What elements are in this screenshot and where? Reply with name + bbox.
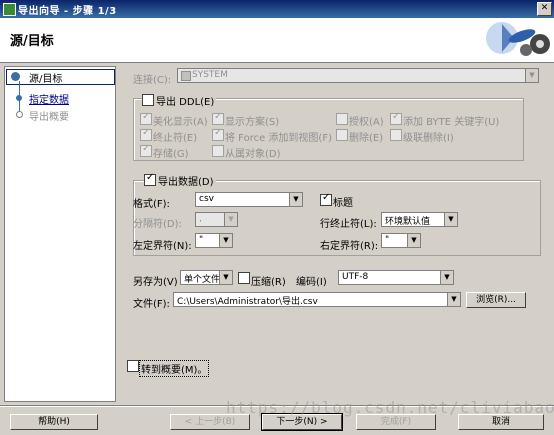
delimiter-select[interactable]: , ▼ — [195, 212, 238, 227]
ddl-force-view-checkbox[interactable] — [212, 127, 224, 141]
connection-label: 连接(C): — [133, 75, 172, 86]
ddl-storage-checkbox[interactable] — [140, 143, 152, 157]
line-terminator-value: 环境默认值 — [385, 217, 431, 227]
nav-item-export-summary[interactable]: 导出概要 — [29, 108, 69, 123]
browse-button[interactable]: 浏览(R)... — [466, 292, 526, 308]
save-as-select[interactable]: 单个文件 ▼ — [180, 270, 233, 285]
file-label: 文件(F): — [133, 299, 170, 310]
ddl-drop-checkbox[interactable] — [336, 129, 348, 141]
window-title: 导出向导 - 步骤 1/3 — [18, 6, 117, 17]
nav-item-source-target[interactable]: 源/目标 — [29, 70, 62, 85]
database-icon — [181, 71, 191, 81]
left-enclosure-select[interactable]: " ▼ — [195, 233, 233, 248]
delimiter-label: 分隔符(D): — [133, 219, 182, 230]
ddl-show-schema-label: 显示方案(S) — [225, 117, 280, 128]
delimiter-value: , — [199, 214, 202, 224]
chevron-down-icon: ▼ — [224, 213, 237, 226]
chevron-down-icon: ▼ — [447, 293, 460, 306]
app-icon — [3, 3, 16, 16]
ddl-pretty-checkbox[interactable] — [140, 111, 152, 125]
ddl-terminator-label: 终止符(E) — [153, 133, 198, 144]
chevron-down-icon: ▼ — [407, 234, 420, 247]
ddl-force-view-label: 将 Force 添加到视图(F) — [225, 133, 332, 144]
header-label: 标题 — [333, 198, 353, 209]
file-path-value: C:\Users\Administrator\导出.csv — [177, 297, 318, 307]
chevron-down-icon: ▼ — [219, 234, 232, 247]
file-path-combo[interactable]: C:\Users\Administrator\导出.csv ▼ — [173, 292, 461, 307]
connection-value: SYSTEM — [192, 70, 228, 80]
compress-checkbox[interactable] — [238, 272, 250, 284]
export-data-label: 导出数据(D) — [156, 173, 216, 188]
ddl-cascade-drop-checkbox[interactable] — [390, 129, 402, 141]
nav-item-specify-data[interactable]: 指定数据 — [29, 91, 69, 106]
chevron-down-icon: ▼ — [440, 271, 453, 284]
ddl-show-schema-checkbox[interactable] — [212, 111, 224, 125]
export-ddl-label: 导出 DDL(E) — [154, 93, 217, 108]
ddl-storage-label: 存储(G) — [153, 149, 189, 160]
line-terminator-label: 行终止符(L): — [320, 219, 377, 230]
ddl-cascade-drop-label: 级联删除(I) — [403, 133, 454, 144]
step-current-icon — [11, 72, 20, 81]
close-icon[interactable]: ✕ — [537, 2, 552, 16]
title-bar: 导出向导 - 步骤 1/3 ✕ — [0, 0, 554, 18]
wizard-header: 源/目标 — [0, 18, 554, 63]
watermark: https://blog.csdn.net/cliviabao — [226, 398, 554, 417]
export-ddl-checkbox[interactable] — [142, 94, 154, 106]
chevron-down-icon: ▼ — [444, 213, 457, 226]
step-pending-icon — [16, 111, 23, 118]
ddl-pretty-label: 美化显示(A) — [153, 117, 208, 128]
save-as-label: 另存为(V) — [133, 277, 178, 288]
line-terminator-select[interactable]: 环境默认值 ▼ — [381, 212, 458, 227]
encoding-value: UTF-8 — [342, 272, 369, 282]
format-label: 格式(F): — [133, 199, 170, 210]
connection-select[interactable]: SYSTEM ▼ — [177, 68, 539, 83]
format-value: csv — [199, 194, 214, 204]
right-enclosure-value: " — [385, 235, 390, 245]
ddl-terminator-checkbox[interactable] — [140, 127, 152, 141]
right-enclosure-label: 右定界符(R): — [320, 241, 379, 252]
ddl-drop-label: 删除(E) — [349, 133, 384, 144]
format-select[interactable]: csv ▼ — [195, 192, 303, 207]
encoding-select[interactable]: UTF-8 ▼ — [338, 270, 454, 285]
wizard-nav: 源/目标 指定数据 导出概要 — [4, 66, 116, 402]
header-checkbox[interactable] — [320, 192, 332, 206]
chevron-down-icon: ▼ — [219, 271, 232, 284]
ddl-grants-label: 授权(A) — [349, 117, 384, 128]
encoding-label: 编码(I) — [296, 277, 327, 288]
ddl-dependents-label: 从属对象(D) — [225, 149, 281, 160]
compress-label: 压缩(R) — [251, 277, 286, 288]
chevron-down-icon: ▼ — [525, 69, 538, 82]
ddl-grants-checkbox[interactable] — [336, 113, 348, 125]
left-enclosure-value: " — [199, 235, 204, 245]
left-enclosure-label: 左定界符(N): — [133, 241, 192, 252]
page-title: 源/目标 — [10, 34, 54, 49]
help-button[interactable]: 帮助(H) — [10, 414, 98, 430]
ddl-byte-checkbox[interactable] — [390, 111, 402, 125]
goto-summary-checkbox[interactable] — [127, 360, 139, 372]
ddl-byte-label: 添加 BYTE 关键字(U) — [403, 117, 500, 128]
chevron-down-icon: ▼ — [289, 193, 302, 206]
step-dot-icon — [16, 95, 22, 101]
save-as-value: 单个文件 — [184, 275, 221, 285]
ddl-dependents-checkbox[interactable] — [212, 145, 224, 157]
export-wizard-icon — [486, 22, 550, 56]
right-enclosure-select[interactable]: " ▼ — [381, 233, 421, 248]
export-data-checkbox[interactable] — [144, 172, 156, 186]
goto-summary-label: 转到概要(M)。 — [139, 360, 210, 377]
